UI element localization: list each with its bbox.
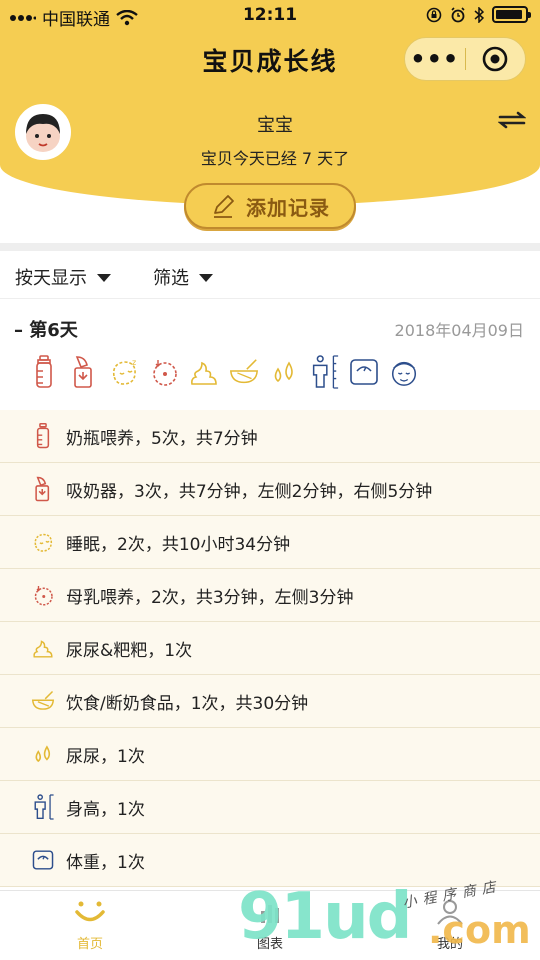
tab-chart[interactable]: 图表 <box>220 899 320 952</box>
tab-chart-label: 图表 <box>256 937 283 952</box>
height-icon <box>308 353 340 391</box>
filter-bar: 按天显示 筛选 <box>0 251 540 299</box>
battery-icon <box>492 6 531 23</box>
record-text: 睡眠，2次，共10小时34分钟 <box>66 534 291 555</box>
tab-mine[interactable]: 我的 <box>400 899 500 952</box>
tab-home-label: 首页 <box>76 937 103 952</box>
record-text: 饮食/断奶食品，1次，共30分钟 <box>66 693 309 714</box>
more-options-button[interactable]: ••• <box>405 47 465 71</box>
list-item[interactable]: 身高，1次 <box>0 781 540 834</box>
chevron-down-icon <box>97 274 111 282</box>
status-right <box>426 6 531 23</box>
display-mode-label: 按天显示 <box>15 268 87 289</box>
chart-icon <box>261 905 279 923</box>
bluetooth-icon <box>474 6 484 23</box>
display-mode-dropdown[interactable]: 按天显示 <box>15 264 111 290</box>
mini-program-capsule: ••• <box>404 37 526 81</box>
record-text: 吸奶器，3次，共7分钟，左侧2分钟，右侧5分钟 <box>66 481 433 502</box>
list-item[interactable]: 体重，1次 <box>0 834 540 887</box>
list-item[interactable]: 奶瓶喂养，5次，共7分钟 <box>0 410 540 463</box>
alarm-icon <box>451 6 465 22</box>
tab-home[interactable]: 首页 <box>40 899 140 952</box>
day-date: 2018年04月09日 <box>394 321 524 340</box>
height-icon <box>30 792 56 822</box>
switch-baby-button[interactable] <box>497 111 527 133</box>
pee-icon <box>268 353 300 391</box>
baby-face-icon <box>388 353 420 391</box>
section-divider <box>0 243 540 251</box>
list-item[interactable]: 尿尿&粑粑，1次 <box>0 622 540 675</box>
chevron-down-icon <box>199 274 213 282</box>
sleep-icon <box>30 527 56 557</box>
tab-mine-label: 我的 <box>436 937 463 952</box>
record-text: 母乳喂养，2次，共3分钟，左侧3分钟 <box>66 587 354 608</box>
add-record-label: 添加记录 <box>246 195 330 220</box>
user-icon <box>437 900 463 925</box>
target-icon <box>482 46 508 72</box>
breast-pump-icon <box>68 353 100 391</box>
bottle-icon <box>30 421 56 451</box>
record-text: 体重，1次 <box>66 852 145 873</box>
day-summary[interactable]: – 第6天 2018年04月09日 z <box>0 299 540 411</box>
list-item[interactable]: 睡眠，2次，共10小时34分钟 <box>0 516 540 569</box>
food-bowl-icon <box>30 686 56 716</box>
svg-text:z: z <box>132 358 136 367</box>
list-item[interactable]: 母乳喂养，2次，共3分钟，左侧3分钟 <box>0 569 540 622</box>
rotation-lock-icon <box>426 7 442 22</box>
filter-label: 筛选 <box>153 268 189 289</box>
pencil-icon <box>214 195 234 218</box>
record-text: 身高，1次 <box>66 799 145 820</box>
poop-icon <box>188 353 220 391</box>
swap-arrows-icon <box>497 111 527 129</box>
breastfeed-icon <box>30 580 56 610</box>
list-item[interactable]: 饮食/断奶食品，1次，共30分钟 <box>0 675 540 728</box>
sleep-icon: z <box>108 353 140 391</box>
baby-age-text: 宝贝今天已经 7 天了 <box>200 149 350 168</box>
weight-scale-icon <box>348 353 380 391</box>
poop-icon <box>30 633 56 663</box>
record-text: 奶瓶喂养，5次，共7分钟 <box>66 428 258 449</box>
list-item[interactable]: 吸奶器，3次，共7分钟，左侧2分钟，右侧5分钟 <box>0 463 540 516</box>
list-item[interactable]: 尿尿，1次 <box>0 728 540 781</box>
day-label: – 第6天 <box>14 320 78 341</box>
smile-icon <box>75 901 105 922</box>
day-icons-row: z <box>28 353 420 391</box>
tab-bar: 首页 图表 我的 <box>0 890 540 960</box>
breastfeed-icon <box>148 353 180 391</box>
baby-name: 宝宝 <box>257 115 293 136</box>
record-text: 尿尿&粑粑，1次 <box>66 640 193 661</box>
filter-dropdown[interactable]: 筛选 <box>153 264 213 290</box>
breast-pump-icon <box>30 474 56 504</box>
food-bowl-icon <box>228 353 260 391</box>
pee-icon <box>30 739 56 769</box>
weight-scale-icon <box>30 845 56 875</box>
status-bar: 中国联通 12:11 <box>0 0 540 32</box>
record-text: 尿尿，1次 <box>66 746 145 767</box>
bottle-icon <box>28 353 60 391</box>
add-record-button[interactable]: 添加记录 <box>184 183 356 229</box>
records-list: 奶瓶喂养，5次，共7分钟 吸奶器，3次，共7分钟，左侧2分钟，右侧5分钟 睡眠，… <box>0 410 540 887</box>
close-mini-program-button[interactable] <box>465 46 525 72</box>
